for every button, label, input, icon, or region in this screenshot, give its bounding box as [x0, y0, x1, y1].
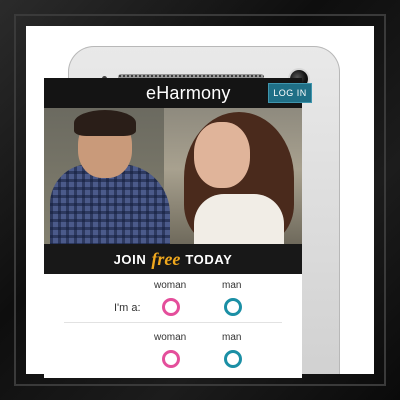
- eharmony-logo[interactable]: eHarmony: [146, 83, 231, 104]
- option-label-man-2: man: [222, 332, 242, 343]
- seeking-man-radio[interactable]: [224, 350, 242, 368]
- photo-man-hair: [74, 110, 136, 136]
- banner-free-text: free: [151, 248, 181, 269]
- form-divider: [64, 322, 282, 323]
- app-header: eHarmony: [44, 78, 302, 108]
- option-label-woman: woman: [154, 280, 187, 291]
- photo-woman-top: [194, 194, 284, 244]
- banner-today-text: TODAY: [185, 251, 233, 267]
- im-a-label: I'm a:: [114, 302, 141, 314]
- login-button[interactable]: LOG IN: [269, 84, 311, 102]
- im-woman-radio[interactable]: [162, 298, 180, 316]
- phone-screen: eHarmony JOIN free TODAY woman man I'm a…: [44, 78, 302, 378]
- signup-form: woman man I'm a: woman man: [44, 274, 302, 378]
- hero-photo: [44, 108, 302, 244]
- seeking-woman-radio[interactable]: [162, 350, 180, 368]
- option-label-woman-2: woman: [154, 332, 187, 343]
- banner-join-text: JOIN: [113, 251, 147, 267]
- photo-woman-face: [194, 122, 250, 188]
- im-man-radio[interactable]: [224, 298, 242, 316]
- option-label-man: man: [222, 280, 242, 291]
- join-free-banner: JOIN free TODAY: [44, 244, 302, 274]
